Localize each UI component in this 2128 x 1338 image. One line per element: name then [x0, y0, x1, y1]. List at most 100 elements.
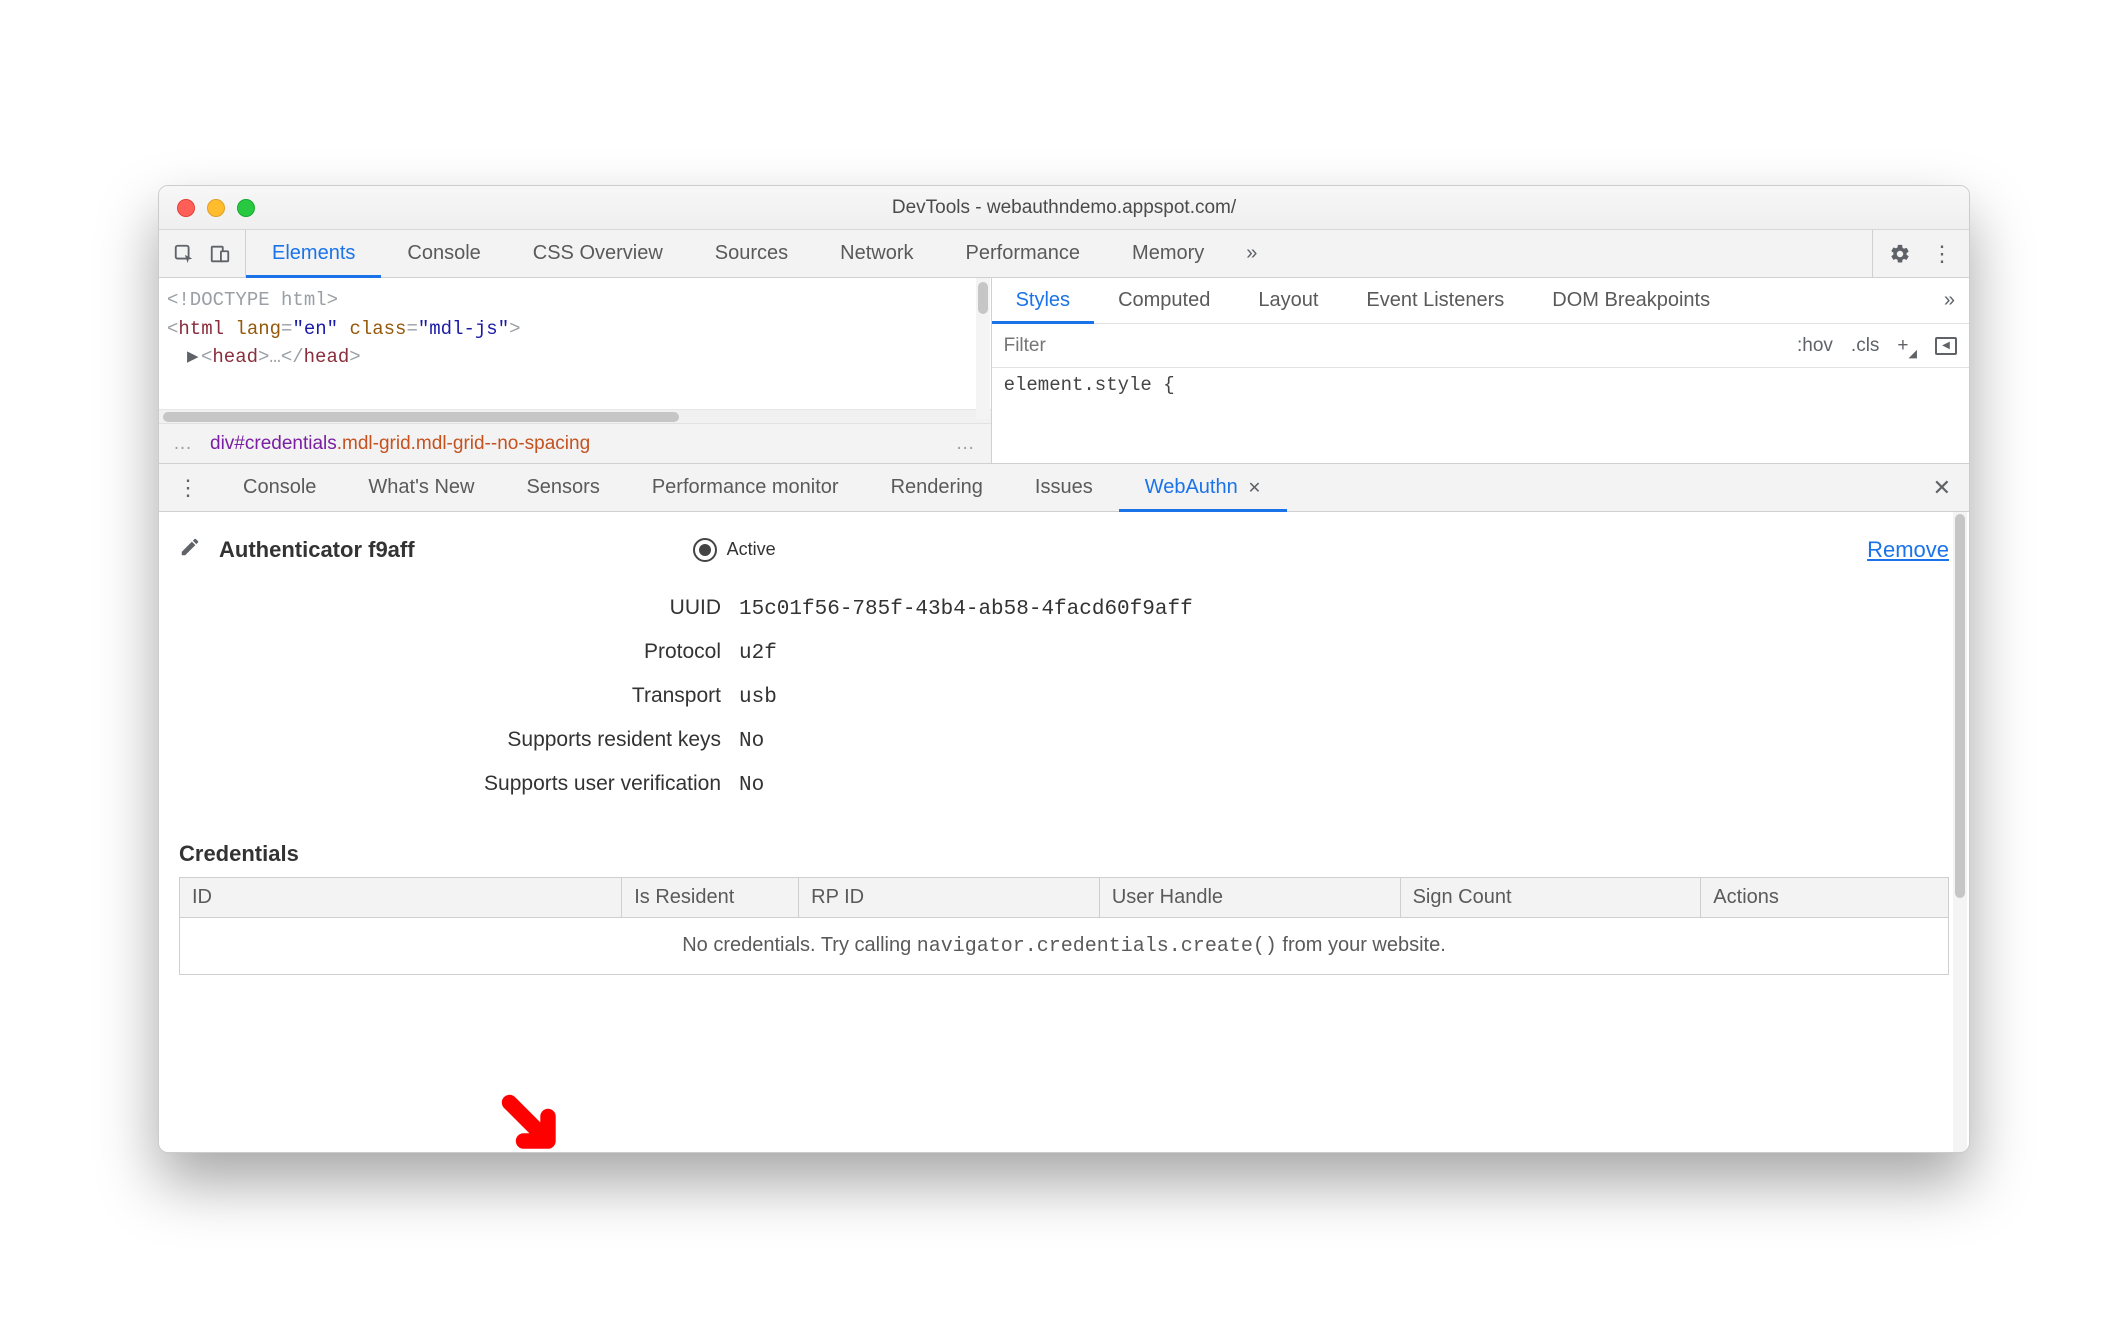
styles-tab-dom-breakpoints[interactable]: DOM Breakpoints	[1528, 278, 1734, 323]
table-row-empty: No credentials. Try calling navigator.cr…	[180, 918, 1949, 975]
active-label: Active	[727, 539, 776, 560]
toggle-sidebar-icon[interactable]	[1935, 337, 1957, 355]
window-minimize-button[interactable]	[207, 199, 225, 217]
tab-elements[interactable]: Elements	[246, 230, 381, 277]
tabs-overflow-button[interactable]: »	[1230, 242, 1273, 265]
element-style-block[interactable]: element.style {	[992, 368, 1969, 402]
authenticator-header: Authenticator f9aff Active Remove	[179, 536, 1949, 563]
col-actions: Actions	[1701, 878, 1949, 918]
col-id: ID	[180, 878, 622, 918]
authenticator-title: Authenticator f9aff	[219, 537, 415, 563]
drawer-tab-whats-new[interactable]: What's New	[342, 464, 500, 511]
remove-link[interactable]: Remove	[1867, 537, 1949, 563]
col-rp-id: RP ID	[799, 878, 1100, 918]
toolbar-right: ⋮	[1872, 230, 1969, 277]
drawer-menu-icon[interactable]: ⋮	[159, 475, 217, 501]
drawer-tab-rendering[interactable]: Rendering	[865, 464, 1009, 511]
drawer-tab-sensors[interactable]: Sensors	[500, 464, 625, 511]
new-style-rule-button[interactable]: +◢	[1897, 335, 1917, 357]
window-title: DevTools - webauthndemo.appspot.com/	[159, 197, 1969, 219]
kv-row: Supports user verification No	[179, 763, 1949, 807]
dom-vertical-scrollbar[interactable]	[976, 278, 990, 419]
kv-key: Transport	[179, 675, 739, 717]
tab-css-overview[interactable]: CSS Overview	[507, 230, 689, 277]
dom-tree[interactable]: <!DOCTYPE html> <html lang="en" class="m…	[159, 278, 991, 409]
webauthn-panel: Authenticator f9aff Active Remove UUID 1…	[159, 512, 1969, 1152]
tab-memory[interactable]: Memory	[1106, 230, 1230, 277]
authenticator-properties: UUID 15c01f56-785f-43b4-ab58-4facd60f9af…	[179, 587, 1949, 807]
styles-tabstrip: Styles Computed Layout Event Listeners D…	[992, 278, 1969, 324]
kv-row: UUID 15c01f56-785f-43b4-ab58-4facd60f9af…	[179, 587, 1949, 631]
styles-tab-styles[interactable]: Styles	[992, 278, 1094, 323]
tab-label: CSS Overview	[533, 242, 663, 265]
main-tabstrip: Elements Console CSS Overview Sources Ne…	[159, 230, 1969, 278]
expand-triangle-icon[interactable]: ▶	[187, 343, 201, 372]
styles-tab-event-listeners[interactable]: Event Listeners	[1342, 278, 1528, 323]
tab-console[interactable]: Console	[381, 230, 506, 277]
kv-val: No	[739, 721, 764, 763]
elements-split: <!DOCTYPE html> <html lang="en" class="m…	[159, 278, 1969, 464]
drawer-tab-performance-monitor[interactable]: Performance monitor	[626, 464, 865, 511]
styles-tab-layout[interactable]: Layout	[1234, 278, 1342, 323]
devtools-window: DevTools - webauthndemo.appspot.com/ Ele…	[158, 185, 1970, 1153]
radio-icon	[693, 538, 717, 562]
tab-label: Elements	[272, 242, 355, 265]
tab-label: Network	[840, 242, 913, 265]
tab-network[interactable]: Network	[814, 230, 939, 277]
crumb-class: .mdl-grid.mdl-grid--no-spacing	[337, 433, 590, 455]
dom-line: <!DOCTYPE html>	[167, 289, 338, 311]
tab-sources[interactable]: Sources	[689, 230, 814, 277]
breadcrumb[interactable]: … div#credentials.mdl-grid.mdl-grid--no-…	[159, 423, 991, 463]
crumb-id: #credentials	[234, 433, 336, 455]
kv-val: u2f	[739, 633, 777, 675]
active-radio[interactable]: Active	[693, 538, 776, 562]
col-is-resident: Is Resident	[622, 878, 799, 918]
drawer-tab-console[interactable]: Console	[217, 464, 342, 511]
kv-key: Protocol	[179, 631, 739, 673]
traffic-lights	[159, 199, 255, 217]
styles-tab-computed[interactable]: Computed	[1094, 278, 1234, 323]
kv-key: Supports resident keys	[179, 719, 739, 761]
kv-row: Protocol u2f	[179, 631, 1949, 675]
tab-label: Memory	[1132, 242, 1204, 265]
window-close-button[interactable]	[177, 199, 195, 217]
close-tab-icon[interactable]: ✕	[1248, 478, 1261, 498]
edit-pencil-icon[interactable]	[179, 536, 201, 563]
styles-tabs-overflow-button[interactable]: »	[1930, 289, 1969, 312]
kv-key: UUID	[179, 587, 739, 629]
kv-val: No	[739, 765, 764, 807]
settings-gear-icon[interactable]	[1889, 243, 1911, 265]
dom-pane: <!DOCTYPE html> <html lang="en" class="m…	[159, 278, 992, 463]
toggle-hov-button[interactable]: :hov	[1797, 335, 1833, 357]
crumb-tag: div	[210, 433, 234, 455]
device-toolbar-icon[interactable]	[209, 243, 231, 265]
kebab-menu-icon[interactable]: ⋮	[1931, 241, 1953, 267]
kv-val: 15c01f56-785f-43b4-ab58-4facd60f9aff	[739, 589, 1193, 631]
horizontal-scrollbar[interactable]	[159, 409, 991, 423]
panel-vertical-scrollbar[interactable]	[1953, 512, 1967, 1152]
tab-label: Sources	[715, 242, 788, 265]
inspect-group	[159, 230, 246, 277]
credentials-section-title: Credentials	[179, 841, 1949, 867]
styles-filter-input[interactable]	[992, 335, 1785, 357]
toggle-cls-button[interactable]: .cls	[1851, 335, 1880, 357]
drawer-tab-issues[interactable]: Issues	[1009, 464, 1119, 511]
drawer-tab-webauthn[interactable]: WebAuthn ✕	[1119, 464, 1287, 511]
styles-filter-row: :hov .cls +◢	[992, 324, 1969, 368]
tab-label: Console	[407, 242, 480, 265]
titlebar: DevTools - webauthndemo.appspot.com/	[159, 186, 1969, 230]
col-user-handle: User Handle	[1099, 878, 1400, 918]
kv-row: Supports resident keys No	[179, 719, 1949, 763]
table-header-row: ID Is Resident RP ID User Handle Sign Co…	[180, 878, 1949, 918]
annotation-arrow-icon	[499, 1092, 569, 1153]
tab-performance[interactable]: Performance	[940, 230, 1107, 277]
crumb-ellipsis: …	[173, 433, 194, 455]
window-zoom-button[interactable]	[237, 199, 255, 217]
kv-val: usb	[739, 677, 777, 719]
tab-label: Performance	[966, 242, 1081, 265]
drawer-close-icon[interactable]: ✕	[1915, 475, 1969, 501]
crumb-ellipsis: …	[956, 433, 977, 455]
empty-credentials-message: No credentials. Try calling navigator.cr…	[180, 918, 1949, 975]
inspect-element-icon[interactable]	[173, 243, 195, 265]
col-sign-count: Sign Count	[1400, 878, 1701, 918]
